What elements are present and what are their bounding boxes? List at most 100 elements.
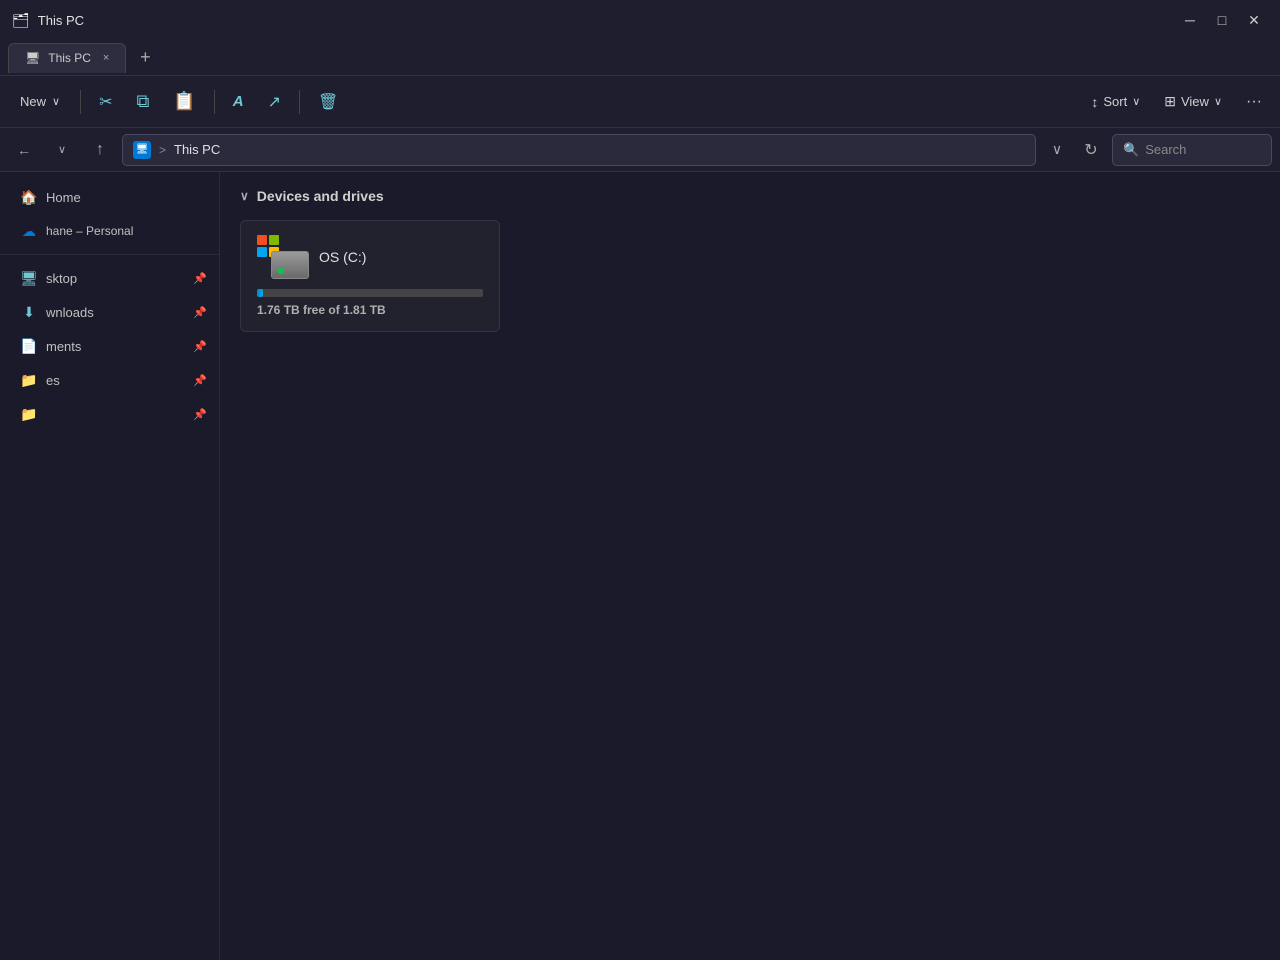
drive-label: OS (C:): [319, 249, 366, 265]
documents-icon: 📄: [20, 338, 38, 355]
view-grid-icon: ⊞: [1164, 93, 1176, 110]
main-layout: 🏠 Home ☁ hane – Personal 🖥 sktop 📌 ⬇ wnl…: [0, 172, 1280, 960]
address-chevron-icon: ∨: [1052, 141, 1062, 158]
sidebar-home-label: Home: [46, 190, 81, 205]
paste-icon: 📋: [173, 91, 195, 112]
title-bar-controls: ─ □ ✕: [1176, 6, 1268, 34]
minimize-button[interactable]: ─: [1176, 6, 1204, 34]
share-icon: ↗: [268, 92, 281, 112]
more-options-button[interactable]: ···: [1236, 84, 1272, 120]
cloud-icon: ☁: [20, 223, 38, 240]
files-pin-icon: 📌: [193, 374, 207, 387]
devices-section-header: ∨ Devices and drives: [240, 188, 1260, 204]
refresh-button[interactable]: ↻: [1076, 135, 1106, 165]
rename-button[interactable]: A: [223, 84, 254, 120]
downloads-icon: ⬇: [20, 304, 38, 321]
drive-space-bar: [257, 289, 483, 297]
sidebar-files-label: es: [46, 373, 60, 388]
sort-arrows-icon: ↕: [1091, 94, 1098, 110]
title-bar: 🗂 This PC ─ □ ✕: [0, 0, 1280, 40]
drive-space-fill: [257, 289, 263, 297]
tab-icon: 🖥: [25, 51, 40, 65]
sidebar-item-files[interactable]: 📁 es 📌: [0, 363, 219, 397]
history-chevron-icon: ∨: [58, 143, 66, 156]
sidebar-item-desktop[interactable]: 🖥 sktop 📌: [0, 261, 219, 295]
devices-section-chevron[interactable]: ∨: [240, 189, 249, 203]
paste-button[interactable]: 📋: [163, 84, 205, 120]
sort-chevron-icon: ∨: [1132, 95, 1140, 108]
tab-close-btn[interactable]: ×: [103, 52, 109, 64]
delete-icon: 🗑: [318, 92, 338, 112]
new-button[interactable]: New ∨: [8, 84, 72, 120]
tab-label: This PC: [48, 51, 91, 65]
share-button[interactable]: ↗: [258, 84, 291, 120]
devices-section-label: Devices and drives: [257, 188, 384, 204]
new-tab-button[interactable]: +: [130, 43, 160, 73]
new-button-label: New: [20, 94, 46, 109]
refresh-icon: ↻: [1084, 140, 1097, 160]
sort-button[interactable]: ↕ Sort ∨: [1081, 84, 1150, 120]
extra-pin-icon: 📌: [193, 408, 207, 421]
files-icon: 📁: [20, 372, 38, 389]
title-bar-icon: 🗂: [12, 12, 30, 29]
tab-this-pc[interactable]: 🖥 This PC ×: [8, 43, 126, 73]
maximize-button[interactable]: □: [1208, 6, 1236, 34]
pc-icon-glyph: 🖥: [136, 144, 149, 155]
search-box[interactable]: 🔍 Search: [1112, 134, 1272, 166]
copy-icon: ⧉: [136, 91, 149, 112]
view-button[interactable]: ⊞ View ∨: [1154, 84, 1232, 120]
sidebar: 🏠 Home ☁ hane – Personal 🖥 sktop 📌 ⬇ wnl…: [0, 172, 220, 960]
address-path-text: This PC: [174, 142, 220, 157]
extra-icon: 📁: [20, 406, 38, 423]
sort-label: Sort: [1103, 94, 1127, 109]
hdd-icon: [271, 251, 309, 279]
address-bar-row: ← ∨ ↑ 🖥 > This PC ∨ ↻ 🔍 Search: [0, 128, 1280, 172]
new-chevron-icon: ∨: [52, 95, 60, 108]
sidebar-item-extra[interactable]: 📁 📌: [0, 397, 219, 431]
history-dropdown-button[interactable]: ∨: [46, 134, 78, 166]
address-pc-icon: 🖥: [133, 141, 151, 159]
delete-button[interactable]: 🗑: [308, 84, 348, 120]
sidebar-personal-label: hane – Personal: [46, 224, 133, 238]
home-icon: 🏠: [20, 189, 38, 206]
drive-item-header: OS (C:): [257, 235, 483, 279]
up-button[interactable]: ↑: [84, 134, 116, 166]
toolbar-separator-2: [214, 90, 215, 114]
drive-space-text: 1.76 TB free of 1.81 TB: [257, 303, 483, 317]
toolbar-right: ↕ Sort ∨ ⊞ View ∨ ···: [1081, 84, 1272, 120]
cut-button[interactable]: ✂: [89, 84, 122, 120]
toolbar-separator-1: [80, 90, 81, 114]
win-square-blue: [257, 247, 267, 257]
address-chevron-button[interactable]: ∨: [1042, 135, 1072, 165]
sidebar-item-downloads[interactable]: ⬇ wnloads 📌: [0, 295, 219, 329]
drive-item-c[interactable]: OS (C:) 1.76 TB free of 1.81 TB: [240, 220, 500, 332]
drives-grid: OS (C:) 1.76 TB free of 1.81 TB: [240, 220, 1260, 332]
documents-pin-icon: 📌: [193, 340, 207, 353]
back-icon: ←: [17, 142, 31, 158]
sidebar-downloads-label: wnloads: [46, 305, 94, 320]
toolbar-separator-3: [299, 90, 300, 114]
sidebar-item-documents[interactable]: 📄 ments 📌: [0, 329, 219, 363]
view-label: View: [1181, 94, 1209, 109]
close-button[interactable]: ✕: [1240, 6, 1268, 34]
sidebar-item-personal[interactable]: ☁ hane – Personal: [0, 214, 219, 248]
toolbar: New ∨ ✂ ⧉ 📋 A ↗ 🗑 ↕ Sort ∨ ⊞ View ∨ ···: [0, 76, 1280, 128]
copy-button[interactable]: ⧉: [126, 84, 159, 120]
up-icon: ↑: [96, 141, 104, 159]
address-bar[interactable]: 🖥 > This PC: [122, 134, 1036, 166]
hdd-activity-light: [278, 268, 284, 274]
search-icon: 🔍: [1123, 142, 1139, 158]
more-icon: ···: [1246, 93, 1262, 111]
title-bar-title: This PC: [38, 13, 84, 28]
cut-icon: ✂: [99, 92, 112, 112]
sidebar-divider: [0, 254, 219, 255]
search-placeholder-text: Search: [1145, 142, 1186, 157]
content-area: ∨ Devices and drives: [220, 172, 1280, 960]
win-square-red: [257, 235, 267, 245]
sidebar-item-home[interactable]: 🏠 Home: [0, 180, 219, 214]
win-square-green: [269, 235, 279, 245]
rename-icon: A: [233, 93, 244, 110]
back-button[interactable]: ←: [8, 134, 40, 166]
desktop-icon: 🖥: [20, 270, 38, 287]
sidebar-documents-label: ments: [46, 339, 81, 354]
